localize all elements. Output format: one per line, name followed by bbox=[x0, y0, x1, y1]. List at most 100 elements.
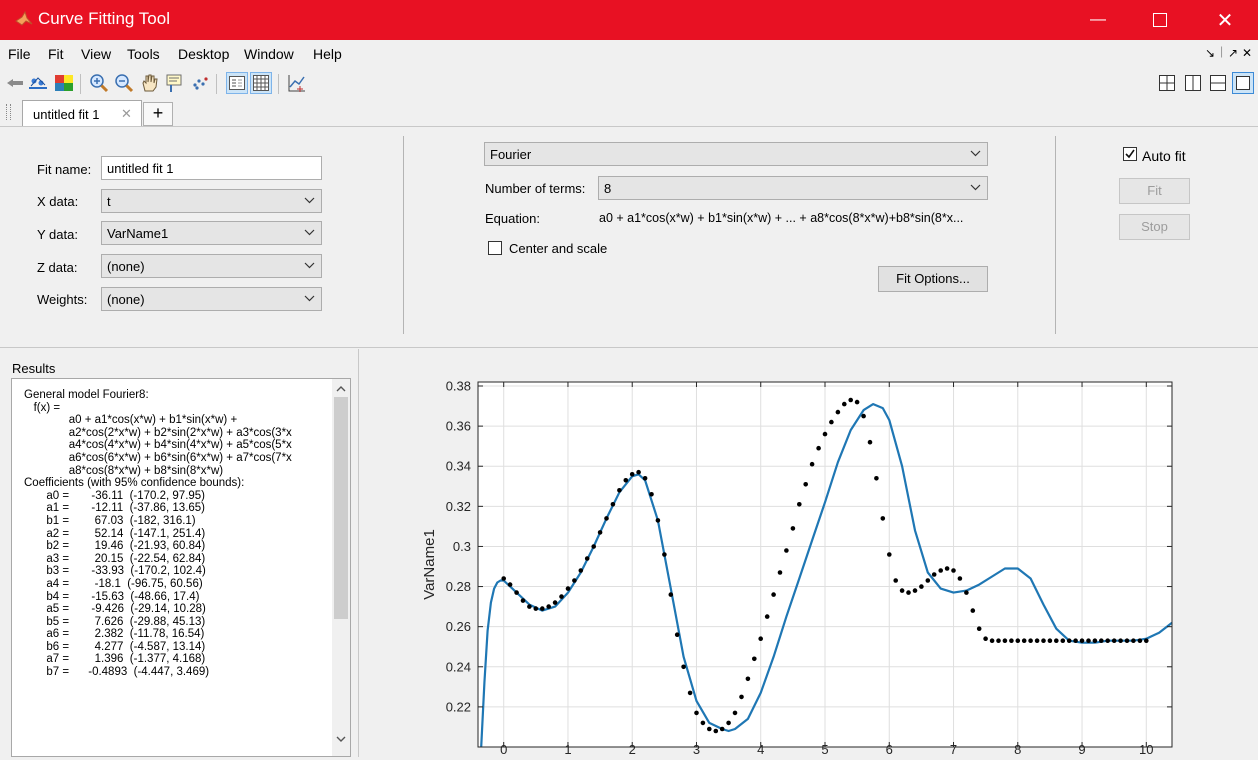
data-point bbox=[951, 568, 956, 573]
layout-rows-button[interactable] bbox=[1207, 72, 1229, 94]
fit-type-select[interactable]: Fourier bbox=[484, 142, 988, 166]
results-line: b1 = 67.03 (-182, 316.1) bbox=[24, 514, 196, 527]
maximize-button[interactable] bbox=[1137, 0, 1183, 40]
layout-grid-button[interactable] bbox=[1156, 72, 1178, 94]
data-point bbox=[797, 502, 802, 507]
scroll-up-icon[interactable] bbox=[332, 381, 350, 397]
menu-help[interactable]: Help bbox=[313, 46, 342, 62]
title-bar: Curve Fitting Tool — ✕ bbox=[0, 0, 1258, 40]
fit-button[interactable]: Fit bbox=[1119, 178, 1190, 204]
zoom-in-button[interactable] bbox=[88, 72, 110, 94]
auto-fit-label: Auto fit bbox=[1142, 148, 1186, 164]
exclude-points-button[interactable] bbox=[189, 72, 211, 94]
x-data-select[interactable]: t bbox=[101, 189, 322, 213]
menu-view[interactable]: View bbox=[81, 46, 111, 62]
data-point bbox=[565, 586, 571, 591]
results-scroll-thumb[interactable] bbox=[334, 397, 348, 619]
data-point bbox=[848, 397, 853, 403]
grid-toggle-button[interactable] bbox=[250, 72, 272, 94]
data-point bbox=[771, 592, 776, 597]
data-point bbox=[533, 606, 539, 611]
y-tick-label: 0.22 bbox=[446, 699, 471, 714]
close-figure-icon[interactable]: ✕ bbox=[1242, 46, 1252, 60]
pan-button[interactable] bbox=[138, 72, 160, 94]
results-line: a4 = -18.1 (-96.75, 60.56) bbox=[24, 577, 203, 590]
results-text-box[interactable]: General model Fourier8: f(x) = a0 + a1*c… bbox=[11, 378, 351, 757]
add-tab-button[interactable]: + bbox=[143, 102, 173, 126]
scatter-select-icon bbox=[193, 77, 208, 90]
exclude-outliers-button[interactable] bbox=[27, 72, 49, 94]
data-point bbox=[842, 401, 847, 407]
menu-file[interactable]: File bbox=[8, 46, 31, 62]
results-line: a4*cos(4*x*w) + b4*sin(4*x*w) + a5*cos(5… bbox=[24, 439, 292, 452]
data-point bbox=[1079, 638, 1085, 643]
data-point bbox=[829, 419, 834, 425]
data-point bbox=[662, 552, 667, 557]
data-point bbox=[1086, 638, 1091, 643]
scroll-down-icon[interactable] bbox=[332, 731, 350, 747]
z-data-select[interactable]: (none) bbox=[101, 254, 322, 278]
checkmark-icon bbox=[1125, 149, 1135, 159]
data-point bbox=[655, 518, 661, 523]
data-point bbox=[1144, 638, 1149, 643]
fit-plot[interactable]: 0 1 2 3 4 5 6 7 8 9 10 0.22 0.24 0.26 0.28 0.3 0.32 0.34 0… bbox=[359, 349, 1258, 757]
data-point bbox=[1111, 638, 1117, 643]
auto-fit-checkbox[interactable] bbox=[1123, 147, 1137, 161]
menu-window[interactable]: Window bbox=[244, 46, 294, 62]
zoom-out-icon bbox=[115, 74, 134, 93]
center-scale-checkbox[interactable] bbox=[488, 241, 502, 255]
menu-fit[interactable]: Fit bbox=[48, 46, 64, 62]
data-point bbox=[604, 516, 609, 521]
data-point bbox=[887, 552, 892, 557]
plot-points-icon bbox=[29, 77, 47, 89]
axis-limits-button[interactable] bbox=[286, 72, 308, 94]
stop-button[interactable]: Stop bbox=[1119, 214, 1190, 240]
results-scrollbar[interactable] bbox=[332, 379, 350, 756]
z-data-label: Z data: bbox=[37, 260, 78, 275]
zoom-out-button[interactable] bbox=[113, 72, 135, 94]
undock-icon[interactable]: ↘ bbox=[1205, 46, 1215, 60]
close-tab-icon[interactable]: ✕ bbox=[121, 106, 132, 122]
data-point bbox=[970, 608, 976, 613]
menu-desktop[interactable]: Desktop bbox=[178, 46, 229, 62]
data-point bbox=[1060, 638, 1066, 643]
data-cursor-tip-button[interactable] bbox=[164, 72, 186, 94]
data-point bbox=[861, 413, 866, 419]
legend-toggle-button[interactable] bbox=[226, 72, 248, 94]
number-of-terms-select[interactable]: 8 bbox=[598, 176, 988, 200]
chevron-down-icon bbox=[304, 229, 315, 236]
equation-label: Equation: bbox=[485, 211, 540, 226]
data-point bbox=[1015, 638, 1021, 643]
menu-tools[interactable]: Tools bbox=[127, 46, 160, 62]
data-point bbox=[745, 676, 751, 682]
weights-select[interactable]: (none) bbox=[101, 287, 322, 311]
data-point bbox=[816, 445, 821, 451]
results-line: Coefficients (with 95% confidence bounds… bbox=[24, 477, 245, 490]
fit-options-button[interactable]: Fit Options... bbox=[878, 266, 988, 292]
fit-name-input[interactable]: untitled fit 1 bbox=[101, 156, 322, 180]
minimize-button[interactable]: — bbox=[1075, 0, 1121, 40]
chevron-down-icon bbox=[304, 295, 315, 302]
weights-value: (none) bbox=[107, 292, 145, 307]
tab-untitled-fit-1[interactable]: untitled fit 1 ✕ bbox=[22, 100, 142, 126]
data-cursor-button[interactable] bbox=[4, 72, 26, 94]
x-tick-label: 0 bbox=[500, 742, 507, 757]
y-data-select[interactable]: VarName1 bbox=[101, 221, 322, 245]
data-point bbox=[1054, 638, 1059, 643]
fit-name-label: Fit name: bbox=[37, 162, 92, 177]
close-button[interactable]: ✕ bbox=[1202, 0, 1248, 40]
data-point bbox=[1021, 638, 1027, 643]
hand-pan-icon bbox=[142, 74, 158, 92]
dock-icon[interactable]: ↗ bbox=[1228, 46, 1238, 60]
data-point bbox=[617, 488, 622, 493]
results-line: a0 + a1*cos(x*w) + b1*sin(x*w) + bbox=[24, 414, 238, 427]
residuals-plot-button[interactable] bbox=[53, 72, 75, 94]
data-point bbox=[906, 590, 911, 595]
x-tick-label: 7 bbox=[950, 742, 957, 757]
layout-columns-button[interactable] bbox=[1182, 72, 1204, 94]
x-tick-label: 9 bbox=[1078, 742, 1085, 757]
y-data-label: Y data: bbox=[37, 227, 78, 242]
data-point bbox=[1131, 638, 1136, 643]
tile-single-icon bbox=[1236, 76, 1250, 90]
layout-single-button[interactable] bbox=[1232, 72, 1254, 94]
